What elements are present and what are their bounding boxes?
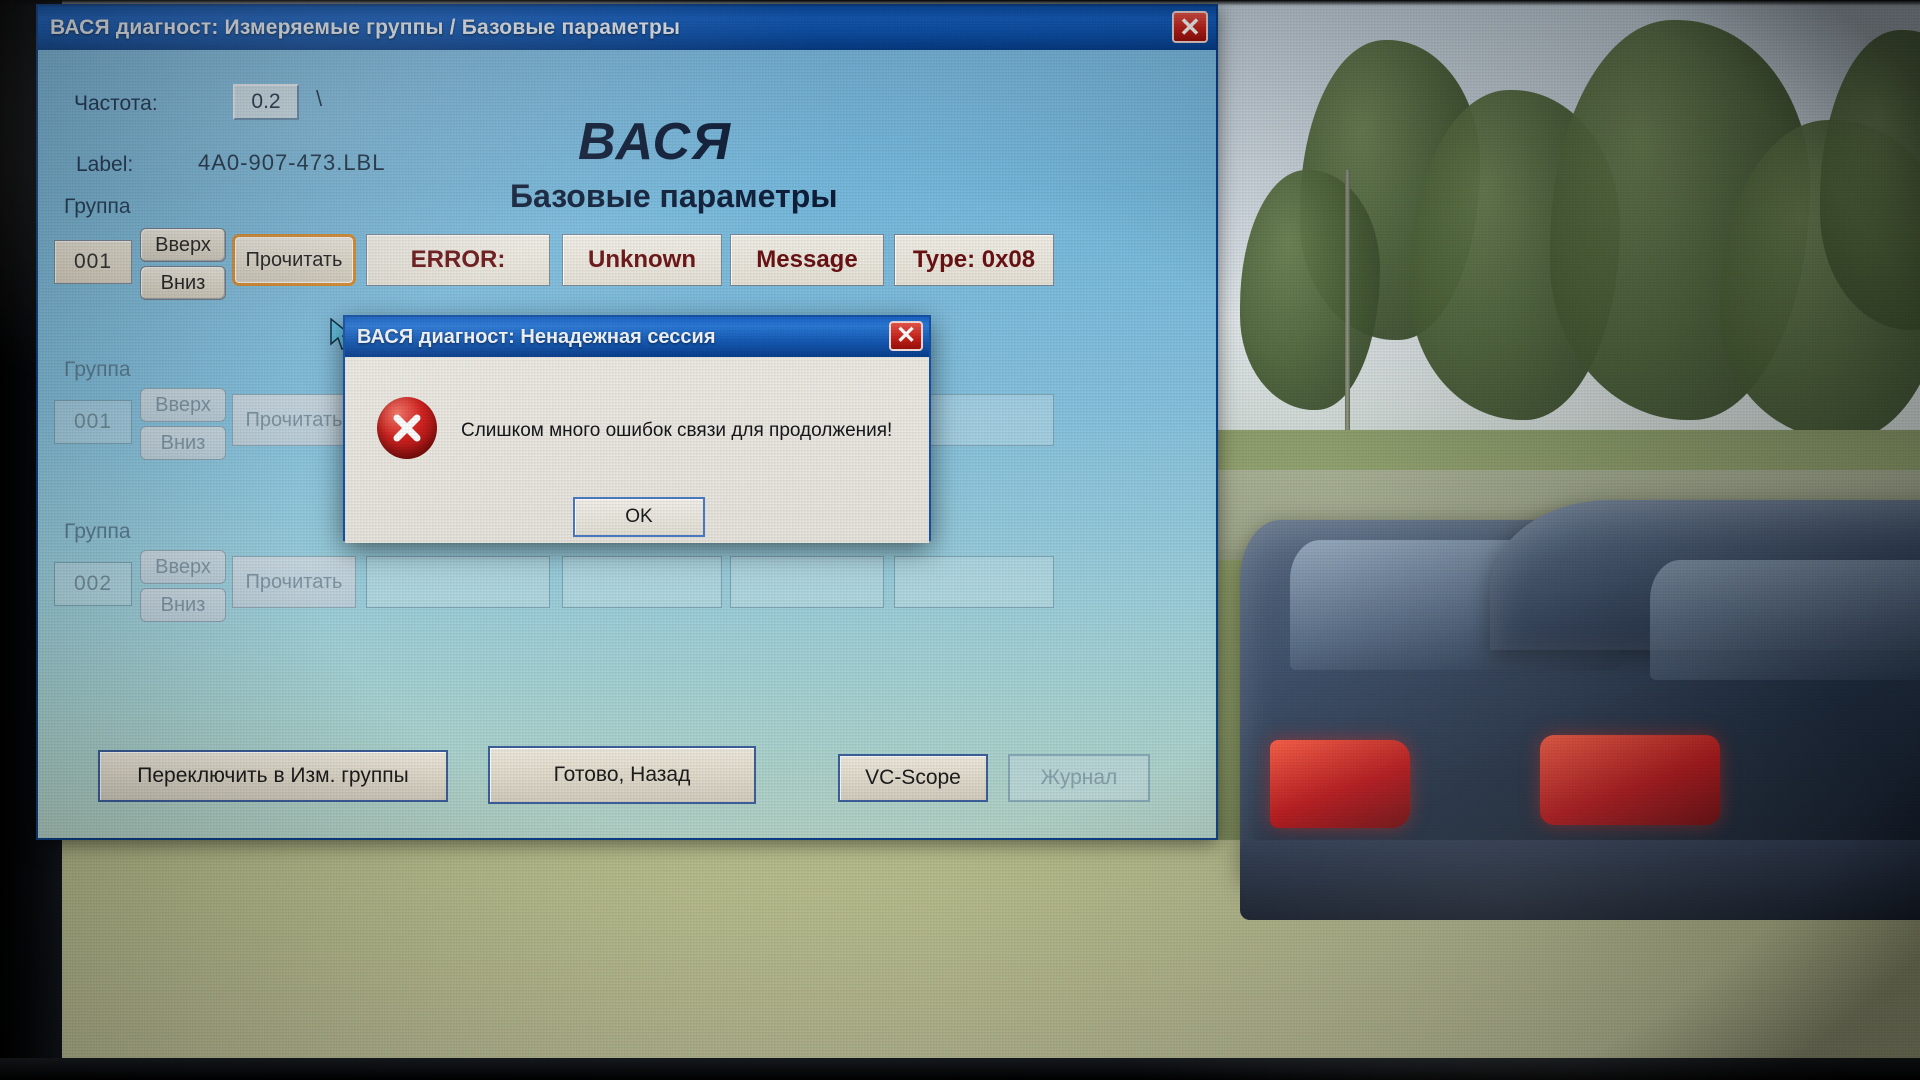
group-field-3-2 (730, 556, 884, 608)
brand-title: ВАСЯ (578, 113, 732, 171)
dialog-ok-button[interactable]: OK (573, 497, 705, 537)
window-titlebar: ВАСЯ диагност: Измеряемые группы / Базов… (38, 6, 1216, 50)
dialog-body: Слишком много ошибок связи для продолжен… (345, 357, 929, 543)
group-id-3[interactable]: 002 (54, 562, 132, 606)
label-value: 4A0-907-473.LBL (198, 150, 386, 175)
group-caption-1: Группа (64, 195, 131, 218)
done-back-button[interactable]: Готово, Назад (488, 746, 756, 804)
dialog-title: ВАСЯ диагност: Ненадежная сессия (357, 325, 716, 348)
group-read-button-2[interactable]: Прочитать (232, 394, 356, 446)
dialog-close-icon[interactable]: ✕ (889, 321, 923, 351)
group-down-button-3[interactable]: Вниз (140, 588, 226, 622)
unreliable-session-dialog: ВАСЯ диагност: Ненадежная сессия ✕ Слишк… (343, 315, 931, 543)
dialog-titlebar: ВАСЯ диагност: Ненадежная сессия ✕ (345, 317, 929, 357)
journal-button: Журнал (1008, 754, 1150, 802)
group-id-1[interactable]: 001 (54, 240, 132, 284)
group-read-button-3[interactable]: Прочитать (232, 556, 356, 608)
group-down-button-2[interactable]: Вниз (140, 426, 226, 460)
group-field-1-2: Message (730, 234, 884, 286)
vc-scope-button[interactable]: VC-Scope (838, 754, 988, 802)
group-field-3-3 (894, 556, 1054, 608)
group-down-button-1[interactable]: Вниз (140, 266, 226, 300)
group-caption-2: Группа (64, 358, 131, 381)
brand-subtitle: Базовые параметры (510, 178, 838, 214)
group-caption-3: Группа (64, 520, 131, 543)
group-field-1-0: ERROR: (366, 234, 550, 286)
frequency-suffix: \ (316, 86, 324, 111)
window-title: ВАСЯ диагност: Измеряемые группы / Базов… (50, 16, 681, 39)
frequency-label: Частота: (74, 92, 158, 115)
label-label: Label: (76, 153, 134, 176)
close-icon[interactable]: ✕ (1172, 11, 1208, 43)
monitor-bezel-bottom (0, 1058, 1920, 1080)
group-field-1-3: Type: 0x08 (894, 234, 1054, 286)
group-read-button-1[interactable]: Прочитать (232, 234, 356, 286)
group-up-button-1[interactable]: Вверх (140, 228, 226, 262)
frequency-input[interactable]: 0.2 (233, 84, 299, 120)
group-field-1-1: Unknown (562, 234, 722, 286)
group-id-2[interactable]: 001 (54, 400, 132, 444)
group-field-3-0 (366, 556, 550, 608)
error-x-icon (377, 397, 437, 459)
switch-to-measuring-groups-button[interactable]: Переключить в Изм. группы (98, 750, 448, 802)
monitor-photo: ВАСЯ диагност: Измеряемые группы / Базов… (0, 0, 1920, 1080)
dialog-message: Слишком много ошибок связи для продолжен… (461, 420, 893, 441)
group-up-button-2[interactable]: Вверх (140, 388, 226, 422)
group-up-button-3[interactable]: Вверх (140, 550, 226, 584)
group-field-3-1 (562, 556, 722, 608)
